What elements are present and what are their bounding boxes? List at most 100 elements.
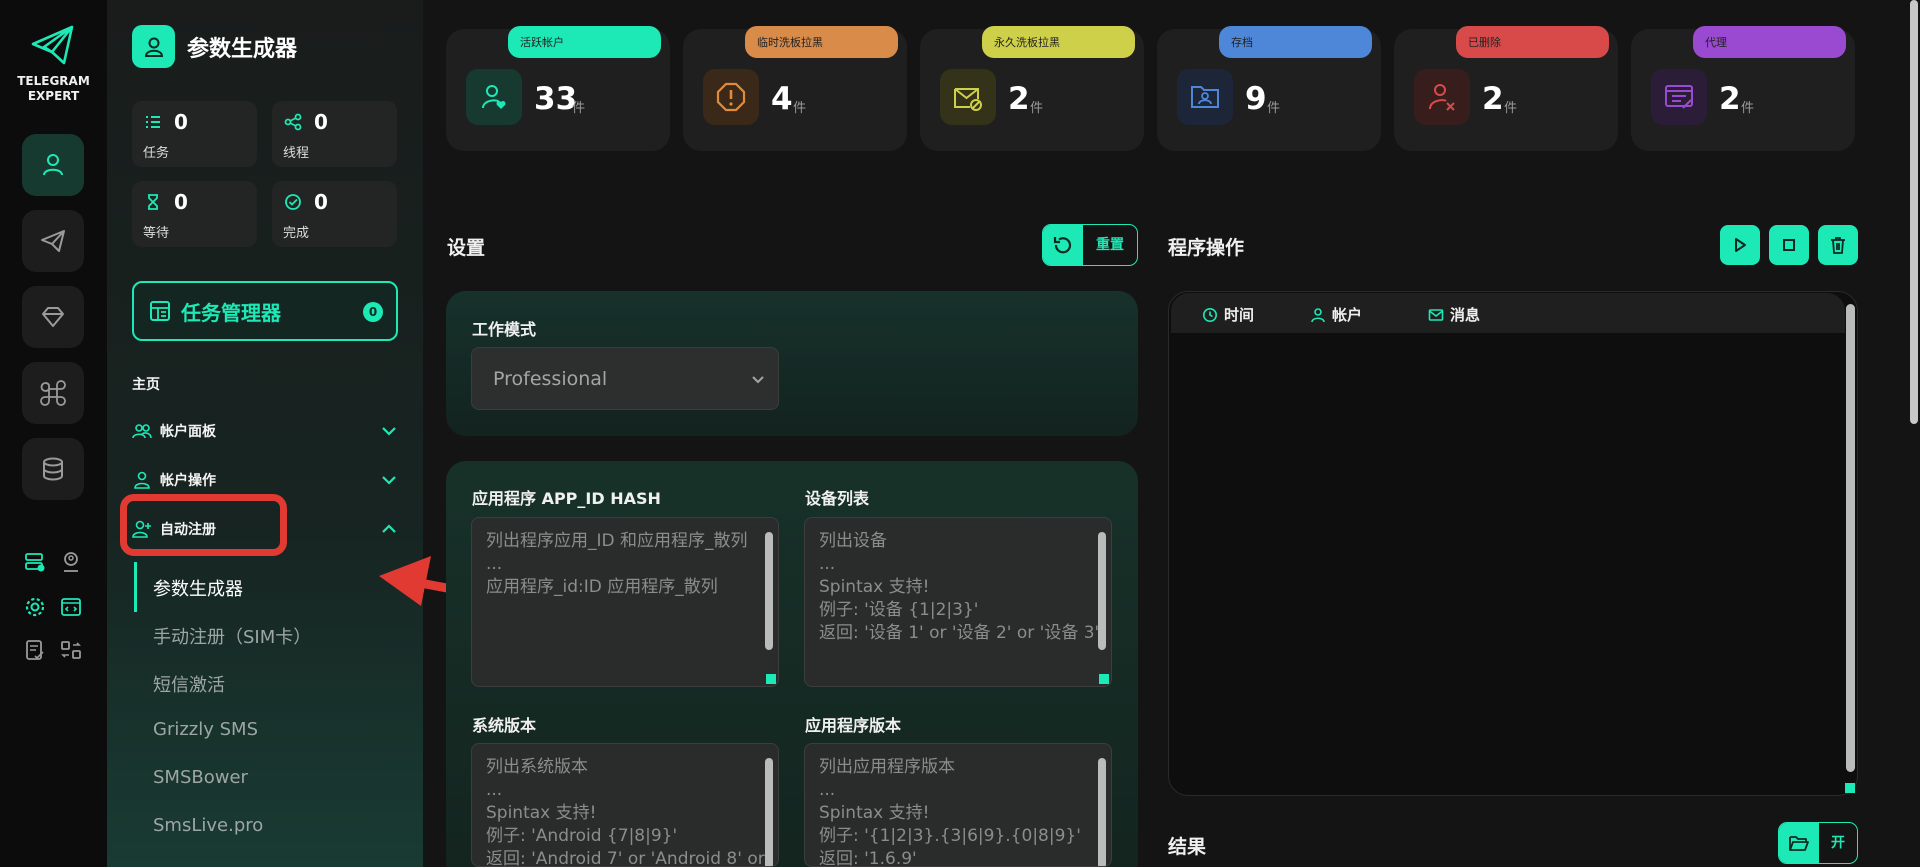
sidebar: 参数生成器 0 任务 0 线程 0 等待 0 完成 任务管理器 0 主页 帐户面… [107,0,555,867]
clock-icon [1203,307,1217,322]
task-manager-button[interactable]: 任务管理器 0 [132,281,398,341]
app-version-textarea[interactable]: 列出应用程序版本 ... Spintax 支持! 例子: '{1|2|3}.{3… [804,743,1112,867]
card-unit: 件 [572,101,586,116]
card-unit: 件 [1504,101,1518,116]
card-label: 永久洗板拉黑 [982,26,1135,58]
placeholder-line: Spintax 支持! [819,803,930,823]
mail-ban-icon [940,69,996,125]
rail-send-icon[interactable] [22,210,84,272]
card-archive[interactable]: 存档 9 件 [1157,26,1381,151]
sub-item-manual-register[interactable]: 手动注册（SIM卡） [153,623,311,649]
folder-open-icon [1779,823,1819,863]
settings-title: 设置 [447,237,486,259]
card-value: 4 [771,81,793,117]
chevron-up-icon [382,524,396,533]
placeholder-line: 应用程序_id:ID 应用程序_散列 [486,577,718,597]
work-mode-select[interactable]: Professional [471,347,779,410]
rail-diamond-icon[interactable] [22,286,84,348]
stat-label: 任务 [143,146,170,161]
chevron-down-icon [752,376,764,384]
user-icon [1311,307,1325,322]
scrollbar[interactable] [1098,532,1106,650]
sub-item-smslive[interactable]: SmsLive.pro [153,815,263,836]
program-title: 程序操作 [1168,237,1245,259]
active-indicator [134,562,137,612]
log-table: 时间 帐户 消息 [1168,291,1858,796]
stat-value: 0 [314,190,328,214]
placeholder-line: ... [819,554,836,574]
document-check-icon[interactable] [22,637,48,663]
resize-handle[interactable] [1845,783,1855,793]
result-title: 结果 [1168,836,1207,858]
play-button[interactable] [1720,225,1760,265]
col-account[interactable]: 帐户 [1310,304,1362,325]
user-x-icon [1414,69,1470,125]
avatar [132,25,175,68]
stat-done: 0 完成 [272,181,397,247]
task-manager-label: 任务管理器 [181,300,281,325]
dashboard-icon [150,301,170,321]
stat-threads: 0 线程 [272,101,397,167]
stop-button[interactable] [1769,225,1809,265]
card-label: 活跃帐户 [508,26,661,58]
hourglass-icon [148,194,158,210]
sub-item-grizzly-sms[interactable]: Grizzly SMS [153,719,258,740]
stat-label: 完成 [283,226,310,241]
sub-item-sms-activation[interactable]: 短信激活 [153,671,225,697]
rail-database-icon[interactable] [22,438,84,500]
card-label: 临时洗板拉黑 [745,26,898,58]
sub-item-smsbower[interactable]: SMSBower [153,767,248,788]
stop-icon [1783,239,1795,251]
placeholder-line: 列出应用程序版本 [819,757,955,777]
highlight-annotation [120,494,287,556]
swap-icon[interactable] [58,637,84,663]
card-value: 2 [1482,81,1504,117]
nav-home[interactable]: 主页 [132,374,160,394]
chevron-down-icon [382,427,396,436]
col-message[interactable]: 消息 [1428,304,1480,325]
rail-user-icon[interactable] [22,134,84,196]
check-circle-icon [285,194,301,210]
card-unit: 件 [1267,101,1281,116]
brand-name: TELEGRAM EXPERT [17,74,90,103]
col-time[interactable]: 时间 [1202,304,1254,325]
system-version-label: 系统版本 [472,716,537,735]
card-proxy[interactable]: 代理 2 件 [1631,26,1855,151]
reset-button[interactable]: 重置 [1042,224,1138,266]
card-active-accounts[interactable]: 活跃帐户 33 件 [446,26,670,151]
card-temp-banned[interactable]: 临时洗板拉黑 4 件 [683,26,907,151]
placeholder-line: 列出程序应用_ID 和应用程序_散列 [486,531,748,551]
scrollbar[interactable] [1846,304,1855,772]
nav-account-ops[interactable]: 帐户操作 [132,467,398,493]
devices-textarea[interactable]: 列出设备 ... Spintax 支持! 例子: '设备 {1|2|3}' 返回… [804,517,1112,687]
scrollbar[interactable] [1098,758,1106,866]
user-pin-icon[interactable] [58,549,84,575]
card-value: 2 [1008,81,1030,117]
stat-waiting: 0 等待 [132,181,257,247]
card-value: 33 [534,81,578,117]
nav-label: 帐户面板 [160,424,216,440]
card-deleted[interactable]: 已删除 2 件 [1394,26,1618,151]
scrollbar[interactable] [765,758,773,866]
servers-check-icon[interactable] [22,549,48,575]
sub-item-param-generator[interactable]: 参数生成器 [153,575,243,601]
system-version-textarea[interactable]: 列出系统版本 ... Spintax 支持! 例子: 'Android {7|8… [471,743,779,867]
user-icon [134,471,150,489]
play-icon [1735,238,1746,252]
nav-label: 帐户操作 [160,473,216,489]
page-scrollbar[interactable] [1910,0,1918,424]
resize-handle[interactable] [1099,674,1109,684]
resize-handle[interactable] [766,674,776,684]
open-button[interactable]: 开 [1778,822,1858,864]
card-perm-banned[interactable]: 永久洗板拉黑 2 件 [920,26,1144,151]
rail-command-icon[interactable] [22,362,84,424]
browser-code-icon[interactable] [58,594,84,620]
stat-label: 线程 [283,146,310,161]
app-hash-textarea[interactable]: 列出程序应用_ID 和应用程序_散列 ... 应用程序_id:ID 应用程序_散… [471,517,779,687]
gear-icon[interactable] [22,594,48,620]
delete-button[interactable] [1818,225,1858,265]
app-version-label: 应用程序版本 [805,716,902,735]
card-value: 9 [1245,81,1267,117]
scrollbar[interactable] [765,532,773,650]
nav-account-panel[interactable]: 帐户面板 [132,418,398,444]
